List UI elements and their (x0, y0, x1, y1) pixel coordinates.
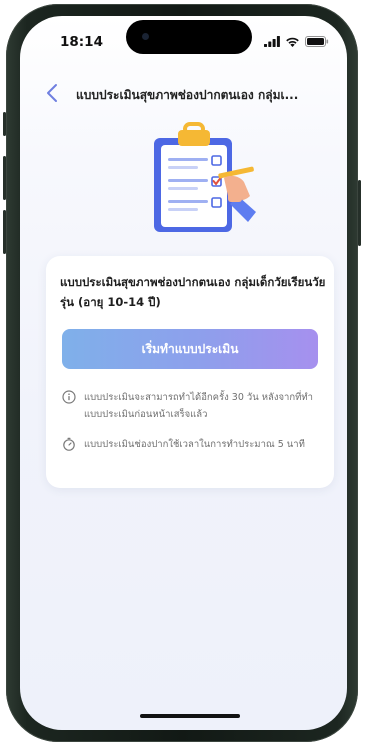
retake-note: แบบประเมินจะสามารถทำได้อีกครั้ง 30 วัน ห… (62, 389, 324, 423)
app-screen: 18:14 แบบประเมินสุขภาพช่องปากตนเอง กลุ่ม… (20, 16, 347, 730)
battery-icon (305, 36, 329, 47)
camera-dot (142, 33, 149, 40)
phone-side-button (3, 112, 6, 136)
page-title: แบบประเมินสุขภาพช่องปากตนเอง กลุ่มเ... (76, 88, 299, 102)
chevron-left-icon (47, 84, 57, 102)
status-time: 18:14 (60, 34, 103, 50)
stopwatch-icon (63, 437, 75, 451)
info-icon (62, 390, 76, 404)
status-icons (264, 36, 329, 47)
dynamic-island (126, 20, 252, 54)
back-button[interactable] (42, 82, 64, 104)
phone-power-button (358, 180, 361, 246)
phone-volume-up-button (3, 156, 6, 200)
clipboard-illustration (154, 122, 256, 232)
start-assessment-button[interactable]: เริ่มทำแบบประเมิน (62, 329, 318, 369)
wifi-icon (286, 37, 299, 47)
assessment-card: แบบประเมินสุขภาพช่องปากตนเอง กลุ่มเด็กวั… (46, 256, 334, 488)
assessment-title: แบบประเมินสุขภาพช่องปากตนเอง กลุ่มเด็กวั… (60, 275, 326, 309)
duration-note-text: แบบประเมินช่องปากใช้เวลาในการทำประมาณ 5 … (84, 439, 305, 450)
home-indicator[interactable] (140, 714, 240, 718)
app-header: แบบประเมินสุขภาพช่องปากตนเอง กลุ่มเ... (20, 74, 347, 114)
retake-note-text: แบบประเมินจะสามารถทำได้อีกครั้ง 30 วัน ห… (84, 392, 313, 420)
duration-note: แบบประเมินช่องปากใช้เวลาในการทำประมาณ 5 … (62, 436, 324, 453)
phone-volume-down-button (3, 210, 6, 254)
cellular-signal-icon (264, 36, 280, 47)
